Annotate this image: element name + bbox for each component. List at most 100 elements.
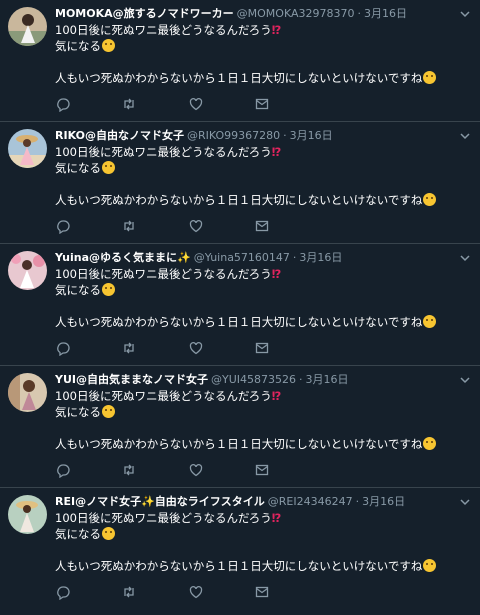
tweet-header: Yuina@ゆるく気ままに✨ @Yuina57160147 · 3月16日 (55, 251, 454, 265)
like-icon[interactable] (188, 340, 204, 356)
exclamation-question-icon: ⁉ (271, 145, 282, 159)
display-name[interactable]: YUI@自由気ままなノマド女子 (55, 373, 208, 386)
separator-dot: · (292, 251, 297, 264)
winking-face-icon (102, 405, 115, 418)
reply-icon[interactable] (55, 462, 71, 478)
retweet-icon[interactable] (121, 340, 137, 356)
display-name[interactable]: RIKO@自由なノマド女子 (55, 129, 184, 142)
tweet[interactable]: YUI@自由気ままなノマド女子 @YUI45873526 · 3月16日 100日後に… (0, 366, 480, 488)
chevron-down-icon[interactable] (459, 496, 471, 508)
display-name[interactable]: MOMOKA@旅するノマドワーカー (55, 7, 234, 20)
like-icon[interactable] (188, 584, 204, 600)
winking-face-icon (102, 527, 115, 540)
tweet[interactable]: MOMOKA@旅するノマドワーカー @MOMOKA32978370 · 3月16日 1… (0, 0, 480, 122)
tweet-line-2: 気になる (55, 161, 101, 175)
tweet-text: 100日後に死ぬワニ最後どうなるんだろう⁉ 気になる 人もいつ死ぬかわからないか… (55, 22, 470, 86)
tweet-line-2: 気になる (55, 527, 101, 541)
avatar[interactable] (8, 251, 47, 290)
display-name[interactable]: REI@ノマド女子✨自由なライフスタイル (55, 495, 265, 508)
avatar[interactable] (8, 495, 47, 534)
reply-icon[interactable] (55, 584, 71, 600)
tweet-line-1: 100日後に死ぬワニ最後どうなるんだろう (55, 23, 272, 37)
separator-dot: · (355, 495, 360, 508)
winking-face-icon (102, 161, 115, 174)
retweet-icon[interactable] (121, 584, 137, 600)
share-icon[interactable] (254, 218, 270, 234)
exclamation-question-icon: ⁉ (271, 511, 282, 525)
tweet-line-2: 気になる (55, 39, 101, 53)
avatar[interactable] (8, 7, 47, 46)
tweet-text: 100日後に死ぬワニ最後どうなるんだろう⁉ 気になる 人もいつ死ぬかわからないか… (55, 510, 470, 574)
tweet-header: MOMOKA@旅するノマドワーカー @MOMOKA32978370 · 3月16日 (55, 7, 454, 21)
user-handle[interactable]: @REI24346247 (268, 495, 353, 508)
share-icon[interactable] (254, 340, 270, 356)
tweet-feed: MOMOKA@旅するノマドワーカー @MOMOKA32978370 · 3月16日 1… (0, 0, 480, 615)
tweet-line-2: 気になる (55, 405, 101, 419)
thinking-face-icon (423, 437, 437, 450)
chevron-down-icon[interactable] (459, 374, 471, 386)
like-icon[interactable] (188, 96, 204, 112)
share-icon[interactable] (254, 96, 270, 112)
reply-icon[interactable] (55, 218, 71, 234)
tweet-actions (55, 96, 295, 112)
tweet-line-1: 100日後に死ぬワニ最後どうなるんだろう (55, 511, 272, 525)
exclamation-question-icon: ⁉ (271, 389, 282, 403)
user-handle[interactable]: @RIKO99367280 (187, 129, 280, 142)
thinking-face-icon (423, 71, 437, 84)
sparkles-icon: ✨ (177, 251, 191, 264)
tweet-text: 100日後に死ぬワニ最後どうなるんだろう⁉ 気になる 人もいつ死ぬかわからないか… (55, 144, 470, 208)
separator-dot: · (357, 7, 361, 20)
winking-face-icon (102, 39, 115, 52)
tweet-header: YUI@自由気ままなノマド女子 @YUI45873526 · 3月16日 (55, 373, 454, 387)
display-name[interactable]: Yuina@ゆるく気ままに (55, 251, 177, 264)
tweet-timestamp[interactable]: 3月16日 (306, 373, 349, 386)
tweet-line-1: 100日後に死ぬワニ最後どうなるんだろう (55, 267, 272, 281)
tweet-actions (55, 462, 295, 478)
share-icon[interactable] (254, 462, 270, 478)
tweet[interactable]: REI@ノマド女子✨自由なライフスタイル @REI24346247 · 3月16日 1… (0, 488, 480, 615)
tweet-line-3: 人もいつ死ぬかわからないから１日１日大切にしないといけないですね (55, 559, 423, 573)
tweet-timestamp[interactable]: 3月16日 (364, 7, 407, 20)
reply-icon[interactable] (55, 340, 71, 356)
tweet-actions (55, 340, 295, 356)
retweet-icon[interactable] (121, 96, 137, 112)
tweet-text: 100日後に死ぬワニ最後どうなるんだろう⁉ 気になる 人もいつ死ぬかわからないか… (55, 388, 470, 452)
tweet-line-3: 人もいつ死ぬかわからないから１日１日大切にしないといけないですね (55, 315, 423, 329)
tweet-actions (55, 584, 295, 600)
tweet-text: 100日後に死ぬワニ最後どうなるんだろう⁉ 気になる 人もいつ死ぬかわからないか… (55, 266, 470, 330)
tweet-line-3: 人もいつ死ぬかわからないから１日１日大切にしないといけないですね (55, 193, 423, 207)
tweet[interactable]: Yuina@ゆるく気ままに✨ @Yuina57160147 · 3月16日 100日後… (0, 244, 480, 366)
thinking-face-icon (423, 559, 437, 572)
avatar[interactable] (8, 129, 47, 168)
tweet-line-1: 100日後に死ぬワニ最後どうなるんだろう (55, 145, 272, 159)
user-handle[interactable]: @YUI45873526 (211, 373, 296, 386)
winking-face-icon (102, 283, 115, 296)
tweet-timestamp[interactable]: 3月16日 (299, 251, 342, 264)
chevron-down-icon[interactable] (459, 252, 471, 264)
avatar[interactable] (8, 373, 47, 412)
chevron-down-icon[interactable] (459, 8, 471, 20)
retweet-icon[interactable] (121, 462, 137, 478)
like-icon[interactable] (188, 218, 204, 234)
tweet-line-3: 人もいつ死ぬかわからないから１日１日大切にしないといけないですね (55, 71, 423, 85)
thinking-face-icon (423, 315, 437, 328)
tweet-timestamp[interactable]: 3月16日 (290, 129, 333, 142)
share-icon[interactable] (254, 584, 270, 600)
user-handle[interactable]: @Yuina57160147 (194, 251, 290, 264)
separator-dot: · (283, 129, 287, 142)
tweet-line-1: 100日後に死ぬワニ最後どうなるんだろう (55, 389, 272, 403)
thinking-face-icon (423, 193, 437, 206)
user-handle[interactable]: @MOMOKA32978370 (237, 7, 355, 20)
chevron-down-icon[interactable] (459, 130, 471, 142)
exclamation-question-icon: ⁉ (271, 267, 282, 281)
separator-dot: · (299, 373, 303, 386)
tweet-header: RIKO@自由なノマド女子 @RIKO99367280 · 3月16日 (55, 129, 454, 143)
like-icon[interactable] (188, 462, 204, 478)
tweet-header: REI@ノマド女子✨自由なライフスタイル @REI24346247 · 3月16日 (55, 495, 454, 509)
tweet[interactable]: RIKO@自由なノマド女子 @RIKO99367280 · 3月16日 100日後に死… (0, 122, 480, 244)
tweet-timestamp[interactable]: 3月16日 (362, 495, 405, 508)
tweet-line-3: 人もいつ死ぬかわからないから１日１日大切にしないといけないですね (55, 437, 423, 451)
tweet-actions (55, 218, 295, 234)
reply-icon[interactable] (55, 96, 71, 112)
retweet-icon[interactable] (121, 218, 137, 234)
